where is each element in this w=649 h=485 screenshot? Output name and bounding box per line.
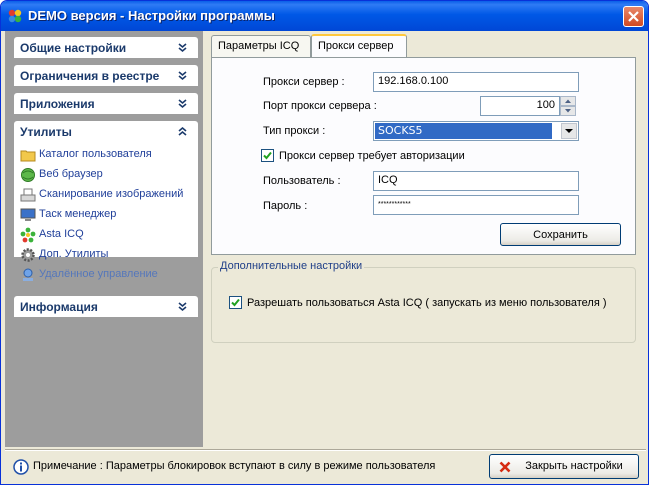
user-input[interactable]: ICQ bbox=[373, 171, 579, 191]
auth-required-label: Прокси сервер требует авторизации bbox=[279, 150, 465, 162]
extra-settings-title: Дополнительные настройки bbox=[218, 260, 365, 272]
icq-flower-icon bbox=[20, 227, 36, 243]
section-information[interactable]: Информация bbox=[14, 296, 198, 317]
dropdown-button[interactable] bbox=[561, 123, 577, 139]
tab-label: Параметры ICQ bbox=[218, 40, 300, 52]
utility-label: Каталог пользователя bbox=[39, 148, 152, 160]
proxy-port-label: Порт прокси сервера : bbox=[263, 100, 377, 112]
proxy-server-label: Прокси сервер : bbox=[263, 76, 345, 88]
chevron-down-icon[interactable] bbox=[175, 68, 190, 83]
allow-asta-icq-label: Разрешать пользоваться Asta ICQ ( запуск… bbox=[247, 297, 607, 309]
user-label: Пользователь : bbox=[263, 175, 341, 187]
password-input[interactable]: ************ bbox=[373, 195, 579, 215]
gear-icon bbox=[21, 248, 35, 262]
tab-proxy-server[interactable]: Прокси сервер bbox=[311, 34, 407, 58]
password-label: Пароль : bbox=[263, 200, 308, 212]
section-label: Ограничения в реестре bbox=[20, 69, 160, 83]
chevron-down-icon bbox=[565, 129, 573, 133]
utility-remote-control[interactable]: Удалённое управление bbox=[20, 266, 196, 284]
utility-image-scan[interactable]: Сканирование изображений bbox=[20, 186, 196, 204]
folder-icon bbox=[20, 150, 36, 162]
utility-web-browser[interactable]: Веб браузер bbox=[20, 166, 196, 184]
settings-window: DEMO версия - Настройки программы Общие … bbox=[0, 0, 649, 485]
proxy-server-input[interactable]: 192.168.0.100 bbox=[373, 72, 579, 92]
chevron-down-icon[interactable] bbox=[175, 96, 190, 111]
sidebar: Общие настройки Ограничения в реестре Пр… bbox=[5, 31, 203, 447]
close-window-button[interactable] bbox=[623, 6, 644, 27]
proxy-tab-panel: Прокси сервер : 192.168.0.100 Порт прокс… bbox=[211, 57, 636, 255]
window-title: DEMO версия - Настройки программы bbox=[28, 8, 275, 23]
utilities-panel: Каталог пользователя Веб браузер Сканиро… bbox=[14, 142, 198, 281]
utility-label: Веб браузер bbox=[39, 168, 103, 180]
utility-label: Asta ICQ bbox=[39, 228, 84, 240]
section-label: Информация bbox=[20, 300, 98, 314]
chevron-down-icon[interactable] bbox=[175, 299, 190, 314]
info-icon bbox=[13, 459, 29, 475]
status-bar: Примечание : Параметры блокировок вступа… bbox=[5, 449, 646, 484]
close-icon bbox=[499, 461, 511, 473]
close-icon bbox=[628, 11, 639, 22]
save-button-label: Сохранить bbox=[533, 229, 588, 241]
section-applications[interactable]: Приложения bbox=[14, 93, 198, 114]
monitor-icon bbox=[20, 208, 36, 221]
checkmark-icon bbox=[231, 298, 240, 307]
utility-user-catalog[interactable]: Каталог пользователя bbox=[20, 146, 196, 164]
port-spinner[interactable] bbox=[560, 96, 576, 116]
globe-icon bbox=[21, 168, 35, 182]
utility-label: Удалённое управление bbox=[39, 268, 158, 280]
utility-task-manager[interactable]: Таск менеджер bbox=[20, 206, 196, 224]
section-label: Общие настройки bbox=[20, 41, 127, 55]
close-settings-button[interactable]: Закрыть настройки bbox=[489, 454, 639, 479]
save-button[interactable]: Сохранить bbox=[500, 223, 621, 246]
status-note: Примечание : Параметры блокировок вступа… bbox=[33, 460, 436, 472]
title-bar[interactable]: DEMO версия - Настройки программы bbox=[1, 1, 648, 31]
remote-icon bbox=[23, 268, 33, 281]
utility-label: Таск менеджер bbox=[39, 208, 117, 220]
utility-label: Сканирование изображений bbox=[39, 188, 184, 200]
section-general-settings[interactable]: Общие настройки bbox=[14, 37, 198, 58]
section-registry-restrictions[interactable]: Ограничения в реестре bbox=[14, 65, 198, 86]
chevron-down-icon[interactable] bbox=[175, 40, 190, 55]
chevron-up-icon[interactable] bbox=[175, 124, 190, 139]
scanner-icon bbox=[20, 188, 36, 202]
section-utilities[interactable]: Утилиты bbox=[14, 121, 198, 142]
proxy-type-select[interactable]: SOCKS5 bbox=[373, 121, 579, 141]
close-settings-label: Закрыть настройки bbox=[525, 460, 623, 472]
tab-label: Прокси сервер bbox=[318, 40, 394, 52]
divider bbox=[5, 450, 646, 451]
checkmark-icon bbox=[263, 151, 272, 160]
utility-label: Доп. Утилиты bbox=[39, 248, 109, 260]
utility-extra-tools[interactable]: Доп. Утилиты bbox=[20, 246, 196, 264]
proxy-type-value: SOCKS5 bbox=[375, 123, 552, 139]
auth-required-checkbox[interactable] bbox=[261, 149, 274, 162]
utility-asta-icq[interactable]: Asta ICQ bbox=[20, 226, 196, 244]
extra-settings-group: Дополнительные настройки Разрешать польз… bbox=[211, 260, 636, 343]
section-label: Приложения bbox=[20, 97, 95, 111]
section-label: Утилиты bbox=[20, 125, 72, 139]
allow-asta-icq-checkbox[interactable] bbox=[229, 296, 242, 309]
proxy-port-input[interactable]: 100 bbox=[480, 96, 560, 116]
app-icon bbox=[8, 9, 22, 23]
proxy-type-label: Тип прокси : bbox=[263, 125, 326, 137]
tab-icq-params[interactable]: Параметры ICQ bbox=[211, 35, 311, 57]
